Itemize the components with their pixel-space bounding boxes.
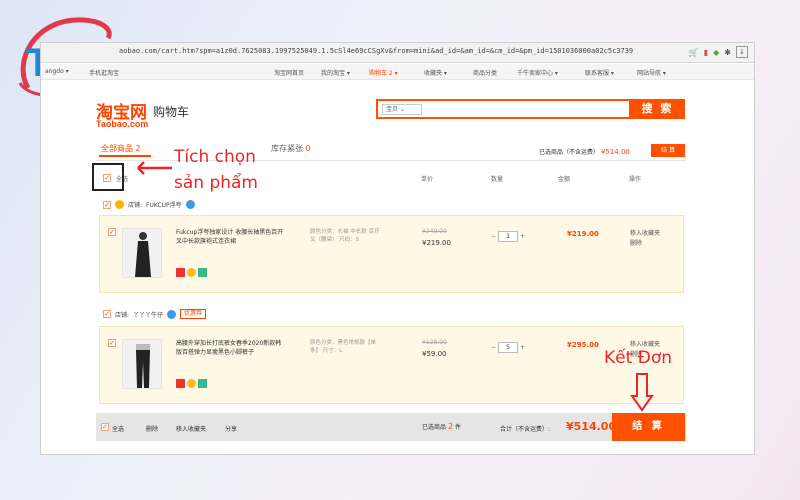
badge-icon [198, 379, 207, 388]
product-props: 颜色分类：黑色常规款【单条】 尺寸：L [310, 340, 377, 354]
nav-categories[interactable]: 商品分类 [473, 68, 497, 77]
chevron-down-icon: ⌄ [399, 106, 405, 113]
product-thumbnail[interactable] [122, 228, 162, 278]
left-arrow-icon [137, 161, 172, 175]
info-extension-icon[interactable]: ▮ [704, 48, 708, 57]
selected-count: 已选商品 2 件 [422, 422, 461, 431]
nav-seller-center[interactable]: 千牛卖家中心 ▾ [517, 68, 558, 77]
cart-extension-icon[interactable]: 🛒 [689, 48, 699, 57]
quantity-input[interactable]: 1 [498, 231, 518, 242]
plugin-extension-icon[interactable]: ◆ [713, 48, 719, 57]
bottom-delete[interactable]: 删除 [146, 424, 158, 433]
badge-icon [176, 379, 185, 388]
search-button[interactable]: 搜 索 [630, 99, 685, 119]
nav-contact[interactable]: 联系客服 ▾ [585, 68, 614, 77]
chat-icon[interactable] [185, 200, 195, 209]
bottom-select-all[interactable]: 全选 [112, 424, 124, 433]
minus-button[interactable]: − [489, 342, 498, 353]
item-checkbox[interactable]: ✓ [108, 228, 116, 236]
unit-price: ¥219.00 [422, 239, 451, 247]
tab-low-stock[interactable]: 库存紧张 0 [271, 143, 311, 154]
col-amount: 金额 [558, 176, 571, 183]
quantity-stepper[interactable]: − 1 + [489, 231, 527, 242]
settings-icon[interactable]: ✱ [724, 48, 731, 57]
plus-button[interactable]: + [518, 231, 527, 242]
shop-row: ✓ 店铺: 丫丫丫牛仔 优惠券 [103, 309, 207, 319]
shop-icon [115, 200, 124, 209]
item-ops: 移入收藏夹 删除 [630, 229, 660, 249]
page-title: 购物车 [153, 105, 190, 119]
browser-extension-icons: 🛒 ▮ ◆ ✱ ↓ [689, 46, 748, 58]
bottom-share[interactable]: 分享 [225, 424, 237, 433]
user-menu[interactable]: angdo ▾ [45, 68, 69, 75]
original-price: ¥128.00 [422, 339, 447, 346]
shop-name[interactable]: 丫丫丫牛仔 [133, 310, 163, 319]
cart-item: ✓ Fukcup浮夸独家设计 收腰长袖黑色百开叉中长款旗袍式连衣裙 颜色分类：长… [99, 215, 684, 293]
annotation-checkout: Kết Đơn [604, 348, 673, 368]
bottom-checkout-bar: ✓ 全选 删除 移入收藏夹 分享 已选商品 2 件 合计（不含运费）: ¥514… [96, 413, 686, 441]
item-total: ¥219.00 [567, 230, 599, 238]
checkout-button-top[interactable]: 结 算 [651, 144, 685, 157]
delete-link[interactable]: 删除 [630, 239, 660, 249]
cart-item: ✓ 高腰外穿加长打底裤女春季2020新款韩版百搭弹力显瘦黑色小脚裤子 颜色分类：… [99, 326, 684, 404]
selected-summary: 已选商品（不含运费） ¥514.00 [539, 148, 630, 156]
badge-icon [187, 268, 196, 277]
shop-checkbox[interactable]: ✓ [103, 200, 111, 209]
mobile-taobao-link[interactable]: 手机逛淘宝 [89, 68, 119, 77]
shop-name[interactable]: FUKCUP浮夸 [146, 200, 182, 209]
badge-icon [176, 268, 185, 277]
col-unit-price: 单价 [421, 176, 434, 183]
minus-button[interactable]: − [489, 231, 498, 242]
search-box[interactable]: 宝贝 ⌄ [376, 99, 631, 119]
product-name[interactable]: Fukcup浮夸独家设计 收腰长袖黑色百开叉中长款旗袍式连衣裙 [176, 228, 286, 246]
annotation-select-line2: sản phẩm [174, 173, 258, 193]
service-badges [176, 379, 207, 388]
product-name[interactable]: 高腰外穿加长打底裤女春季2020新款韩版百搭弹力显瘦黑色小脚裤子 [176, 339, 286, 357]
original-price: ¥249.00 [422, 228, 447, 235]
chat-icon[interactable] [167, 309, 177, 319]
badge-icon [187, 379, 196, 388]
nav-cart[interactable]: 购物车 2 ▾ [369, 68, 398, 77]
taobao-logo-en[interactable]: Taobao.com [96, 119, 148, 129]
bottom-select-all-checkbox[interactable]: ✓ [101, 423, 109, 431]
tab-all-items[interactable]: 全部商品 2 [101, 143, 141, 154]
highlight-box [92, 163, 124, 191]
tab-active-underline [99, 155, 151, 157]
checkout-button[interactable]: 结 算 [612, 413, 685, 441]
site-nav-bar: angdo ▾ 手机逛淘宝 淘宝网首页 我的淘宝 ▾ 购物车 2 ▾ 收藏夹 ▾… [41, 64, 754, 80]
down-arrow-icon [630, 373, 654, 412]
product-thumbnail[interactable] [122, 339, 162, 389]
item-total: ¥295.00 [567, 341, 599, 349]
download-icon[interactable]: ↓ [736, 46, 748, 58]
search-scope-select[interactable]: 宝贝 ⌄ [382, 104, 422, 115]
shop-label: 店铺: [128, 202, 143, 209]
grand-total: ¥514.00 [566, 420, 617, 433]
service-badges [176, 268, 207, 277]
move-to-favorites-link[interactable]: 移入收藏夹 [630, 229, 660, 239]
quantity-stepper[interactable]: − 5 + [489, 342, 527, 353]
item-checkbox[interactable]: ✓ [108, 339, 116, 347]
badge-icon [198, 268, 207, 277]
col-ops: 操作 [629, 176, 642, 183]
quantity-input[interactable]: 5 [498, 342, 518, 353]
coupon-button[interactable]: 优惠券 [180, 309, 207, 319]
total-label: 合计（不含运费）: [500, 426, 551, 433]
col-quantity: 数量 [491, 176, 504, 183]
shop-row: ✓ 店铺: FUKCUP浮夸 [103, 200, 195, 209]
annotation-select-line1: Tích chọn [174, 147, 256, 167]
pants-image-icon [136, 344, 150, 388]
address-bar[interactable]: aobao.com/cart.htm?spm=a1z0d.7625083.199… [41, 43, 754, 63]
dress-image-icon [135, 232, 151, 277]
shop-checkbox[interactable]: ✓ [103, 310, 111, 318]
plus-button[interactable]: + [518, 342, 527, 353]
product-props: 颜色分类：长袖 中长款 百开叉（腰袋） 尺码：S [310, 229, 380, 243]
url-text[interactable]: aobao.com/cart.htm?spm=a1z0d.7625083.199… [119, 47, 664, 55]
nav-site-map[interactable]: 网站导航 ▾ [637, 68, 666, 77]
nav-my-taobao[interactable]: 我的淘宝 ▾ [321, 68, 350, 77]
shop-label: 店铺: [115, 311, 130, 319]
nav-home-link[interactable]: 淘宝网首页 [274, 68, 304, 77]
bottom-move-favorites[interactable]: 移入收藏夹 [176, 424, 206, 433]
unit-price: ¥59.00 [422, 350, 447, 358]
nav-favorites[interactable]: 收藏夹 ▾ [424, 68, 447, 77]
